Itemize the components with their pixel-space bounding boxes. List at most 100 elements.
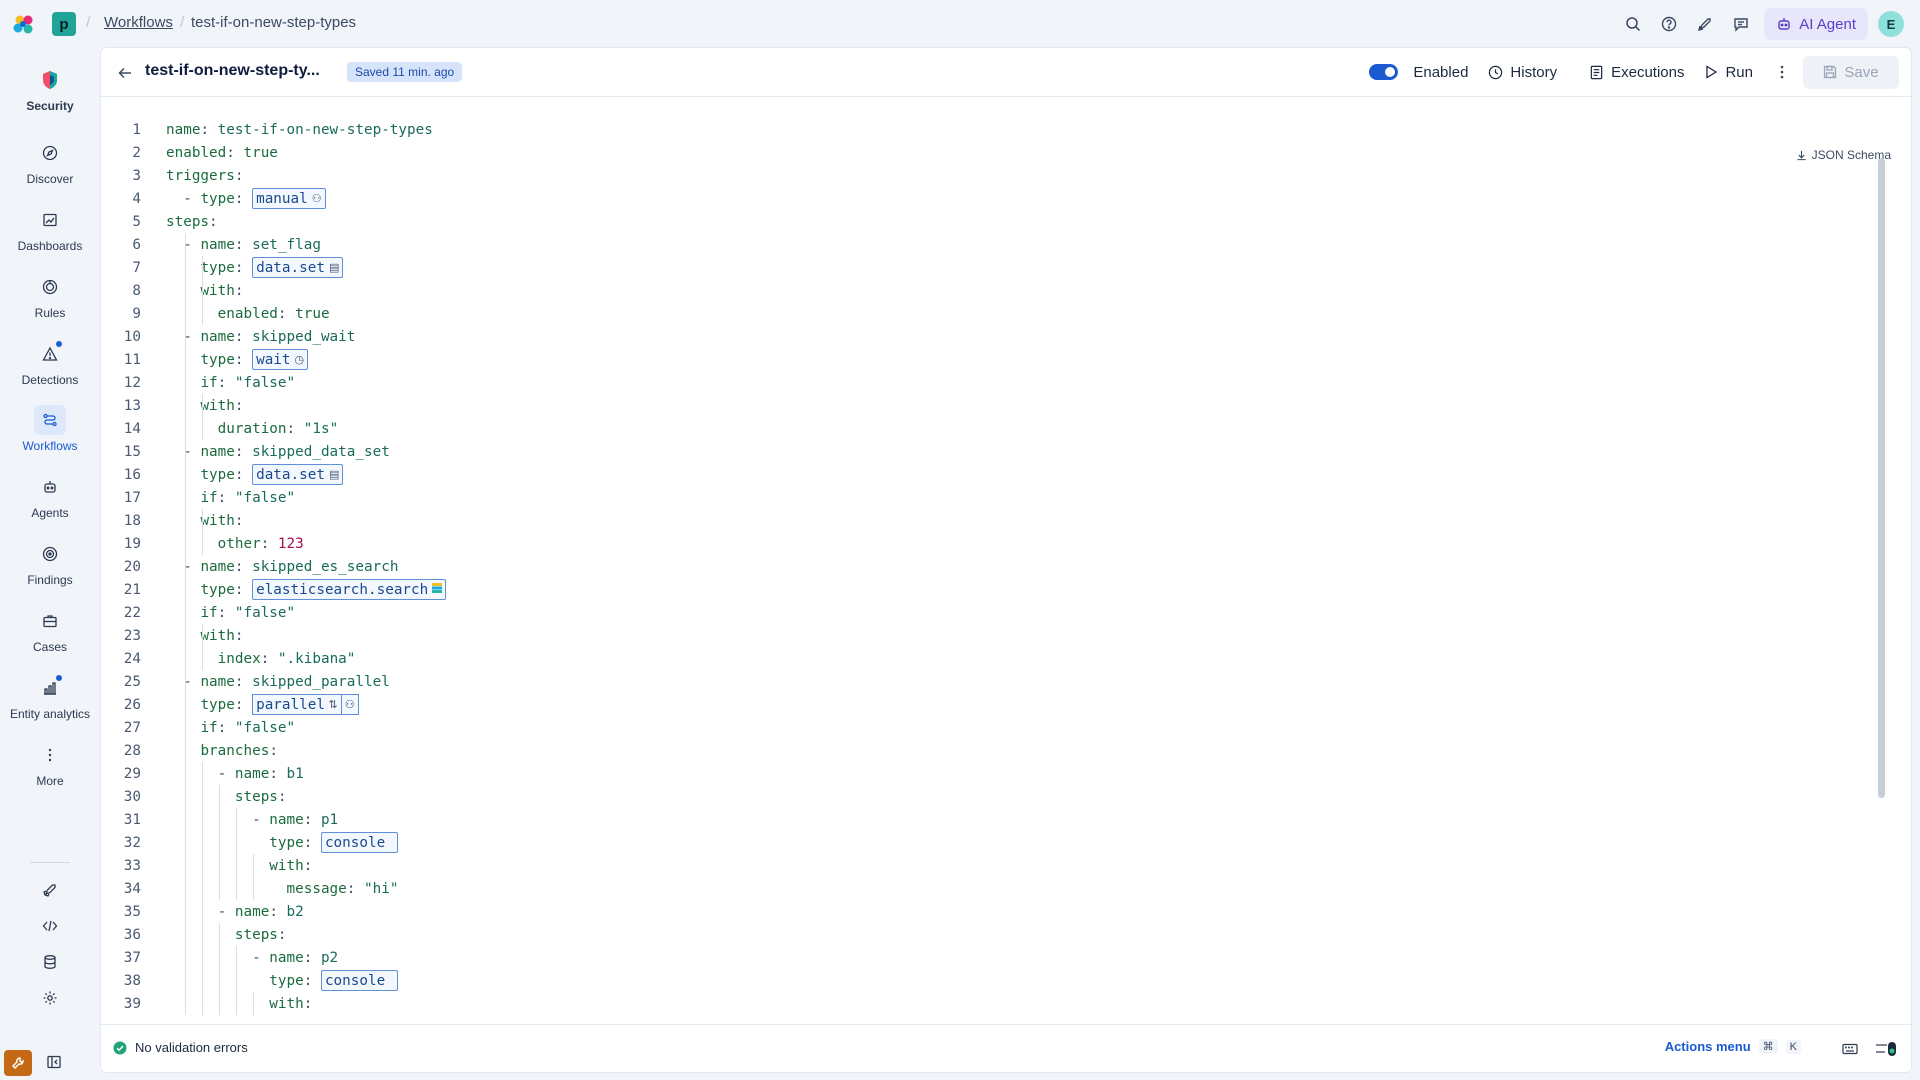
collapse-sidebar-icon[interactable] (40, 1048, 68, 1076)
code-line[interactable]: 39 with: (101, 992, 1891, 1015)
validation-status: No validation errors (113, 1040, 248, 1055)
robot-icon (1778, 18, 1790, 30)
code-line[interactable]: 2 enabled: true (101, 141, 1891, 164)
code-line[interactable]: 36 steps: (101, 923, 1891, 946)
code-line[interactable]: 13 with: (101, 394, 1891, 417)
keyboard-icon[interactable] (1839, 1038, 1861, 1060)
code-token: - (166, 558, 201, 575)
sidebar-item-dashboards[interactable]: Dashboards (0, 205, 100, 253)
code-line[interactable]: 4 - type: manual ⚇ (101, 187, 1891, 210)
code-line[interactable]: 7 type: data.set ▤ (101, 256, 1891, 279)
search-icon[interactable] (1620, 9, 1646, 39)
step-type-pill[interactable]: wait ◷ (252, 349, 309, 370)
code-line[interactable]: 21 type: elasticsearch.search (101, 578, 1891, 601)
sidebar-item-workflows[interactable]: Workflows (0, 405, 100, 453)
actions-menu-link[interactable]: Actions menu (1665, 1039, 1751, 1054)
step-type-pill[interactable]: data.set ▤ (252, 464, 344, 485)
code-line[interactable]: 17 if: "false" (101, 486, 1891, 509)
code-line[interactable]: 29 - name: b1 (101, 762, 1891, 785)
step-type-label: data.set (256, 466, 325, 483)
code-line[interactable]: 38 type: console (101, 969, 1891, 992)
settings-sliders-icon[interactable] (1875, 1038, 1897, 1060)
database-icon[interactable] (36, 948, 64, 976)
save-button[interactable]: Save (1803, 55, 1899, 89)
enabled-toggle[interactable]: Enabled (1369, 64, 1468, 81)
sidebar-item-entity-analytics[interactable]: Entity analytics (0, 673, 100, 721)
executions-button[interactable]: Executions (1589, 64, 1684, 81)
help-icon[interactable] (1656, 9, 1682, 39)
actions-menu[interactable]: Actions menu ⌘ K (1665, 1039, 1801, 1054)
code-line[interactable]: 14 duration: "1s" (101, 417, 1891, 440)
code-line[interactable]: 12 if: "false" (101, 371, 1891, 394)
history-button[interactable]: History (1488, 64, 1557, 81)
code-line[interactable]: 3 triggers: (101, 164, 1891, 187)
chat-icon[interactable] (1728, 9, 1754, 39)
code-token: "false" (234, 374, 296, 391)
code-line[interactable]: 1 name: test-if-on-new-step-types (101, 118, 1891, 141)
code-line[interactable]: 6 - name: set_flag (101, 233, 1891, 256)
code-line[interactable]: 28 branches: (101, 739, 1891, 762)
sidebar-item-cases[interactable]: Cases (0, 606, 100, 654)
line-number: 2 (132, 144, 141, 161)
code-line[interactable]: 16 type: data.set ▤ (101, 463, 1891, 486)
code-line[interactable]: 20 - name: skipped_es_search (101, 555, 1891, 578)
code-line[interactable]: 35 - name: b2 (101, 900, 1891, 923)
sidebar-item-more[interactable]: More (0, 740, 100, 788)
sidebar-item-detections[interactable]: Detections (0, 339, 100, 387)
code-line[interactable]: 15 - name: skipped_data_set (101, 440, 1891, 463)
code-line[interactable]: 10 - name: skipped_wait (101, 325, 1891, 348)
step-type-pill[interactable]: manual ⚇ (252, 188, 326, 209)
feedback-rocket-icon[interactable] (1692, 9, 1718, 39)
sidebar-item-security[interactable]: Security (0, 65, 100, 113)
code-line[interactable]: 32 type: console (101, 831, 1891, 854)
compass-icon (34, 138, 66, 168)
code-line[interactable]: 22 if: "false" (101, 601, 1891, 624)
code-line[interactable]: 24 index: ".kibana" (101, 647, 1891, 670)
code-line[interactable]: 9 enabled: true (101, 302, 1891, 325)
line-number: 6 (132, 236, 141, 253)
code-icon[interactable] (36, 912, 64, 940)
gear-icon[interactable] (36, 984, 64, 1012)
step-type-pill[interactable]: console (320, 970, 398, 991)
code-token: steps (234, 788, 278, 805)
sidebar-item-agents[interactable]: Agents (0, 472, 100, 520)
sidebar-item-discover[interactable]: Discover (0, 138, 100, 186)
code-line[interactable]: 5 steps: (101, 210, 1891, 233)
code-line[interactable]: 31 - name: p1 (101, 808, 1891, 831)
code-line[interactable]: 8 with: (101, 279, 1891, 302)
enabled-switch[interactable] (1369, 64, 1399, 80)
code-line[interactable]: 23 with: (101, 624, 1891, 647)
step-type-pill[interactable]: data.set ▤ (252, 257, 344, 278)
code-line[interactable]: 19 other: 123 (101, 532, 1891, 555)
yaml-code-editor[interactable]: JSON Schema 1 name: test-if-on-new-step-t… (101, 98, 1891, 1070)
ai-agent-button[interactable]: AI Agent (1764, 8, 1868, 40)
back-arrow-icon[interactable] (113, 61, 137, 85)
code-line[interactable]: 34 message: "hi" (101, 877, 1891, 900)
more-actions-icon[interactable] (1775, 64, 1789, 80)
run-button[interactable]: Run (1704, 64, 1753, 81)
step-type-pill[interactable]: elasticsearch.search (252, 579, 447, 600)
code-line[interactable]: 25 - name: skipped_parallel (101, 670, 1891, 693)
launch-rocket-icon[interactable] (36, 876, 64, 904)
code-line[interactable]: 30 steps: (101, 785, 1891, 808)
breadcrumb-workflows-link[interactable]: Workflows (104, 14, 173, 31)
sidebar-item-findings[interactable]: Findings (0, 539, 100, 587)
code-line[interactable]: 33 with: (101, 854, 1891, 877)
db-icon: ▤ (328, 468, 340, 481)
code-text: - name: skipped_es_search (166, 559, 398, 575)
step-type-pill[interactable]: console (320, 832, 398, 853)
user-avatar[interactable]: E (1878, 11, 1904, 37)
code-line[interactable]: 27 if: "false" (101, 716, 1891, 739)
code-line[interactable]: 11 type: wait ◷ (101, 348, 1891, 371)
dev-tools-wrench-icon[interactable] (4, 1050, 32, 1076)
code-line[interactable]: 26 type: parallel ⇅ ⚇ (101, 693, 1891, 716)
step-type-pill[interactable]: parallel ⇅ ⚇ (252, 694, 359, 715)
code-token: with (200, 627, 235, 644)
elastic-logo-icon[interactable] (12, 13, 36, 37)
sidebar-item-rules[interactable]: Rules (0, 272, 100, 320)
code-token: : (303, 995, 313, 1012)
code-line[interactable]: 18 with: (101, 509, 1891, 532)
code-token: 123 (277, 535, 304, 552)
code-line[interactable]: 37 - name: p2 (101, 946, 1891, 969)
space-avatar[interactable]: p (52, 12, 76, 36)
